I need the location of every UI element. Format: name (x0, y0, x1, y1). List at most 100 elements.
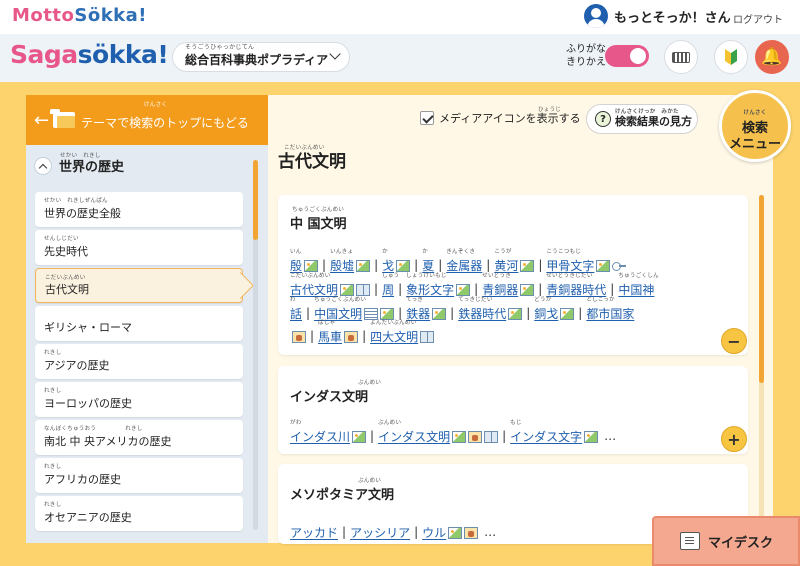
keyword-link[interactable]: 金属器 (446, 259, 482, 273)
left-scrollbar-thumb[interactable] (253, 160, 258, 240)
sidebar-item[interactable]: こだいぶんめい 古代文明 (35, 268, 243, 303)
keyword-link[interactable]: 話 (290, 307, 302, 321)
keyword-item[interactable] (290, 326, 306, 345)
collapse-icon[interactable] (34, 156, 52, 175)
keyword-item[interactable]: アッシリア (350, 522, 410, 541)
separator: | (610, 281, 615, 296)
picture-icon[interactable] (344, 331, 359, 343)
sidebar-item[interactable]: せんしじだい 先史時代 (35, 230, 243, 265)
keyword-item[interactable]: ウル (422, 522, 479, 541)
keyword-item[interactable]: わ話 (290, 297, 302, 322)
sidebar-item[interactable]: れきし オセアニアの歴史 (35, 496, 243, 531)
picture-icon[interactable] (464, 527, 479, 539)
keyword-link[interactable]: インダス文明 (378, 430, 450, 444)
beginner-button[interactable] (714, 40, 748, 74)
keyword-link[interactable]: 鉄器時代 (458, 307, 506, 321)
saga-sokka-logo[interactable]: Sagasökka! (10, 40, 169, 69)
sidebar-item-ruby: れきし (44, 502, 62, 508)
keyword-ruby: こうが (494, 249, 512, 255)
keyword-item[interactable]: アッカド (290, 522, 338, 541)
keyword-link[interactable]: 中国神 (618, 283, 654, 297)
keyword-link[interactable]: アッカド (290, 526, 338, 540)
dictionary-label: 総合百科事典ポプラディア (185, 52, 329, 67)
picture-icon[interactable] (468, 431, 483, 443)
motto-sokka-logo[interactable]: MottoSökka! (12, 5, 147, 26)
keyword-item[interactable]: ちゅうごくしん 中国神 (618, 273, 658, 298)
keyword-item[interactable]: がわ インダス川 (290, 420, 367, 445)
image-icon[interactable] (560, 308, 575, 320)
separator: | (374, 257, 379, 272)
section-title: メソポタミア文明 (290, 488, 395, 503)
keyword-item[interactable]: どうか 銅戈 (534, 297, 575, 322)
keyword-item[interactable]: しゅう周 (382, 273, 399, 298)
keyword-ruby: もじ (510, 420, 522, 426)
image-icon[interactable] (352, 431, 367, 443)
sidebar-item[interactable]: せかい れきしぜんぱん 世界の歴史全般 (35, 192, 243, 227)
keyword-item[interactable]: としこっか 都市国家 (586, 297, 634, 322)
left-scrollbar[interactable] (253, 160, 258, 530)
collapse-button[interactable]: − (721, 328, 747, 354)
separator: | (398, 281, 403, 296)
keyword-link[interactable]: 周 (382, 283, 394, 297)
keyword-item[interactable]: いんきょ 殷墟 (330, 249, 371, 274)
keyword-link[interactable]: ウル (422, 526, 446, 540)
logout-link[interactable]: ログアウト (733, 11, 783, 26)
book-icon[interactable] (420, 331, 435, 343)
keyword-ruby: しゅう (382, 273, 400, 279)
image-icon[interactable] (508, 308, 523, 320)
keyword-ruby: ぶんめい (378, 420, 402, 426)
keyword-link[interactable]: インダス文字 (510, 430, 582, 444)
keyword-link[interactable]: 銅戈 (534, 307, 558, 321)
keyword-item[interactable]: ばしゃ 馬車 (318, 320, 359, 345)
keyword-link[interactable]: 馬車 (318, 330, 342, 344)
picture-icon[interactable] (292, 331, 306, 343)
keyword-link[interactable]: インダス川 (290, 430, 350, 444)
keyword-item[interactable]: もじ インダス文字 (510, 420, 599, 445)
keyword-link[interactable]: 四大文明 (370, 330, 418, 344)
image-icon[interactable] (448, 527, 463, 539)
keyword-item[interactable]: きんぞくき 金属器 (446, 249, 482, 274)
keyword-link[interactable]: 都市国家 (586, 307, 634, 321)
image-icon[interactable] (432, 308, 447, 320)
right-scrollbar[interactable] (759, 195, 764, 530)
dictionary-select[interactable]: そうごうひゃっかじてん 総合百科事典ポプラディア (172, 42, 350, 72)
right-scrollbar-thumb[interactable] (759, 195, 764, 383)
image-icon[interactable] (520, 284, 535, 296)
section-title: 中 国文明 (290, 217, 347, 232)
section-title-ruby: ぶんめい (358, 478, 382, 484)
search-menu-button[interactable]: けんさく 検索 メニュー (719, 90, 791, 162)
furigana-toggle[interactable] (605, 45, 649, 67)
image-icon[interactable] (584, 431, 599, 443)
book-icon[interactable] (484, 431, 499, 443)
image-icon[interactable] (596, 260, 611, 272)
section-header-world-history[interactable]: 世界の歴史 せかい れきし (34, 153, 124, 175)
separator: | (538, 281, 543, 296)
image-icon[interactable] (356, 260, 371, 272)
keyword-link[interactable]: 殷墟 (330, 259, 354, 273)
keyword-item[interactable]: てっきじだい 鉄器時代 (458, 297, 523, 322)
back-ruby: けんさく (144, 102, 168, 108)
sidebar-item[interactable]: れきし アジアの歴史 (35, 344, 243, 379)
image-icon[interactable] (452, 431, 467, 443)
sidebar-item[interactable]: ギリシャ・ローマ (35, 306, 243, 341)
mydesk-button[interactable]: マイデスク (652, 516, 800, 566)
sidebar-item[interactable]: れきし アフリカの歴史 (35, 458, 243, 493)
media-icon-toggle[interactable]: メディアアイコンを表示する ひょうじ (420, 107, 581, 126)
keyword-link[interactable]: アッシリア (350, 526, 410, 540)
keyboard-button[interactable] (664, 40, 698, 74)
keyword-ruby: しょうけいもじ (406, 273, 447, 279)
howto-results-button[interactable]: ? 検索結果の見方 けんさくけっか みかた (586, 104, 698, 134)
sidebar-item-label: 先史時代 (44, 245, 88, 258)
sidebar-item[interactable]: れきし ヨーロッパの歴史 (35, 382, 243, 417)
expand-button[interactable]: + (721, 426, 747, 452)
notification-button[interactable]: 🔔 (755, 40, 789, 74)
back-to-theme-top-button[interactable]: ← テーマで検索のトップにもどる けんさく (26, 95, 268, 145)
checkbox-icon[interactable] (420, 111, 434, 125)
keyword-item[interactable]: よんだいぶんめい 四大文明 (370, 320, 435, 345)
sidebar-item[interactable]: なんぼくちゅうおう れきし 南北 中 央アメリカの歴史 (35, 420, 243, 455)
image-icon[interactable] (520, 260, 535, 272)
keyword-item[interactable]: ぶんめいインダス文明 (378, 420, 499, 445)
search-menu-label-1: 検索 (741, 121, 768, 136)
sidebar-item-label: ギリシャ・ローマ (44, 321, 132, 334)
separator: | (310, 328, 315, 343)
